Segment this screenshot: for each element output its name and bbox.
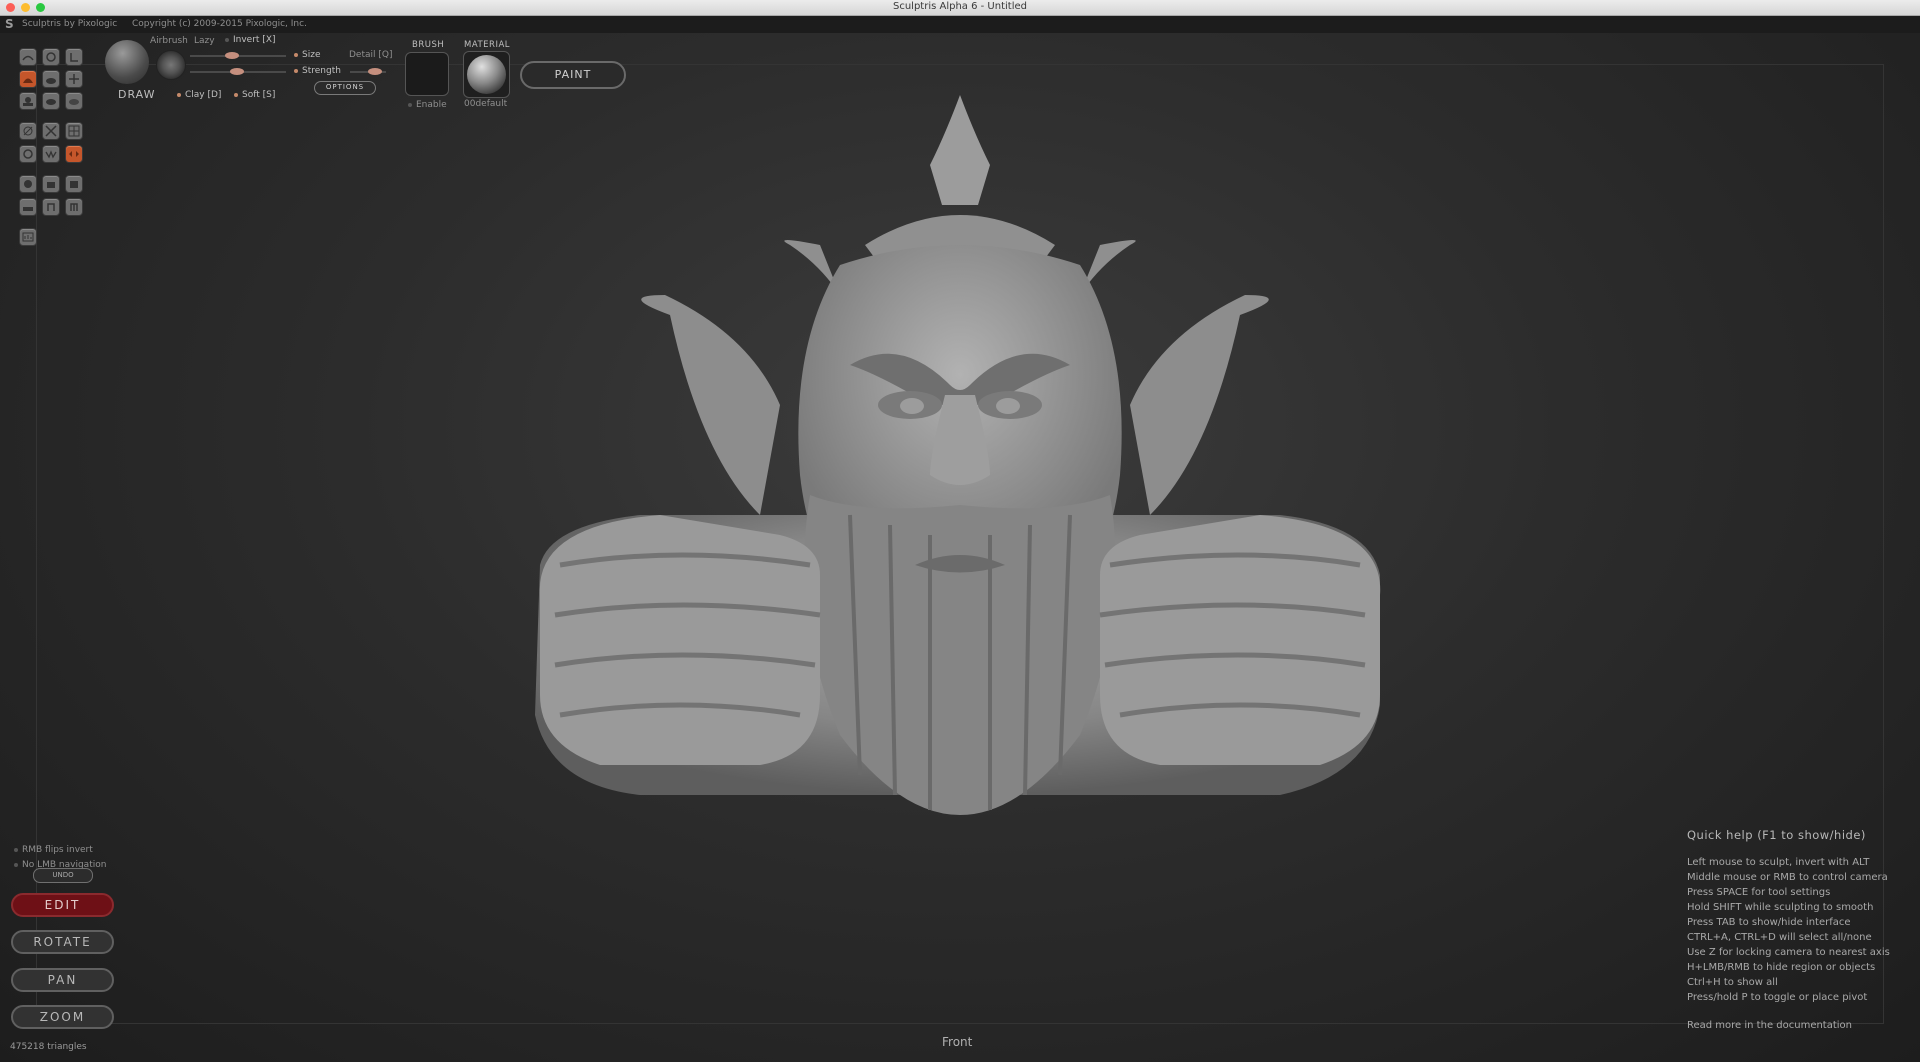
import-tool[interactable] — [42, 198, 60, 216]
soft-radio-icon — [234, 92, 238, 97]
clay-label: Clay [D] — [185, 90, 222, 100]
edit-button[interactable]: EDIT — [11, 893, 114, 917]
copyright: Copyright (c) 2009-2015 Pixologic, Inc. — [132, 19, 307, 29]
window-titlebar: Sculptris Alpha 6 - Untitled — [0, 0, 1920, 16]
scale-tool[interactable] — [65, 48, 83, 66]
lazy-toggle[interactable]: Lazy — [194, 36, 215, 46]
zoom-button[interactable]: ZOOM — [11, 1005, 114, 1029]
menubar: S Sculptris by Pixologic Copyright (c) 2… — [0, 16, 1920, 33]
pinch-tool[interactable] — [42, 92, 60, 110]
help-line: Middle mouse or RMB to control camera — [1687, 872, 1888, 883]
clay-option[interactable]: Clay [D] — [177, 90, 221, 100]
flatten-tool[interactable] — [42, 70, 60, 88]
detail-option[interactable]: Detail [Q] — [349, 50, 392, 60]
subdivide-tool[interactable] — [19, 198, 37, 216]
settings-tool[interactable] — [19, 228, 37, 246]
size-option[interactable]: Size — [294, 50, 320, 60]
brush-falloff-preview[interactable] — [156, 50, 186, 80]
size-label: Size — [302, 50, 321, 60]
brush-texture-label: BRUSH — [412, 40, 445, 50]
light-tool[interactable] — [19, 175, 37, 193]
strength-mini-knob[interactable] — [368, 68, 382, 75]
mask-tool[interactable] — [42, 122, 60, 140]
soft-label: Soft [S] — [242, 90, 276, 100]
wireframe-tool[interactable] — [65, 122, 83, 140]
help-line: Left mouse to sculpt, invert with ALT — [1687, 857, 1870, 868]
smooth-tool[interactable] — [65, 92, 83, 110]
options-button[interactable]: OPTIONS — [314, 81, 376, 95]
airbrush-toggle[interactable]: Airbrush — [150, 36, 188, 46]
reduce-tool[interactable] — [19, 122, 37, 140]
rotate-tool[interactable] — [42, 48, 60, 66]
enable-radio-icon — [408, 102, 412, 107]
material-preview[interactable] — [463, 51, 510, 98]
sculpted-head-model[interactable] — [520, 95, 1400, 825]
help-line: Press/hold P to toggle or place pivot — [1687, 992, 1868, 1003]
triangle-count: 475218 triangles — [10, 1042, 87, 1052]
rmb-tip-radio-icon — [14, 847, 18, 852]
help-line: Use Z for locking camera to nearest axis — [1687, 947, 1890, 958]
mirror-tool[interactable] — [42, 145, 60, 163]
lmb-tip-radio-icon — [14, 862, 18, 867]
pick-tool[interactable] — [19, 145, 37, 163]
invert-toggle[interactable]: Invert [X] — [225, 35, 276, 45]
strength-option[interactable]: Strength — [294, 66, 341, 76]
clay-radio-icon — [177, 92, 181, 97]
help-line: CTRL+A, CTRL+D will select all/none — [1687, 932, 1872, 943]
quick-help-panel: Quick help (F1 to show/hide) Left mouse … — [1687, 828, 1890, 1033]
size-radio-icon — [294, 52, 298, 57]
camera-tool[interactable] — [42, 175, 60, 193]
documentation-link[interactable]: Read more in the documentation — [1687, 1018, 1890, 1033]
soft-option[interactable]: Soft [S] — [234, 90, 275, 100]
sculptris-logo-icon: S — [5, 17, 14, 31]
app-name: Sculptris by Pixologic — [22, 19, 118, 29]
texture-enable-toggle[interactable]: Enable — [408, 100, 447, 110]
draw-tool[interactable] — [19, 70, 37, 88]
tool-name: DRAW — [118, 88, 156, 101]
paint-button[interactable]: PAINT — [520, 61, 626, 89]
brush-texture-swatch[interactable] — [405, 52, 449, 96]
pan-button[interactable]: PAN — [11, 968, 114, 992]
invert-label: Invert [X] — [233, 35, 276, 45]
grab-tool[interactable] — [65, 70, 83, 88]
enable-label: Enable — [416, 100, 447, 110]
help-line: H+LMB/RMB to hide region or objects — [1687, 962, 1876, 973]
undo-button[interactable]: UNDO — [33, 868, 93, 883]
strength-slider[interactable] — [190, 68, 286, 75]
rotate-button[interactable]: ROTATE — [11, 930, 114, 954]
strength-mini-slider[interactable] — [350, 68, 386, 75]
object-tool[interactable] — [65, 175, 83, 193]
rmb-tip-label: RMB flips invert — [22, 845, 93, 855]
help-line: Hold SHIFT while sculpting to smooth — [1687, 902, 1874, 913]
material-sphere-icon — [467, 55, 506, 94]
help-line: Ctrl+H to show all — [1687, 977, 1778, 988]
strength-slider-knob[interactable] — [230, 68, 244, 75]
strength-radio-icon — [294, 68, 298, 73]
symmetry-tool[interactable] — [65, 145, 83, 163]
size-slider[interactable] — [190, 52, 286, 59]
draw-brush-preview[interactable] — [105, 40, 149, 84]
size-slider-knob[interactable] — [225, 52, 239, 59]
export-tool[interactable] — [65, 198, 83, 216]
invert-radio-icon — [225, 37, 229, 42]
view-label: Front — [942, 1035, 973, 1049]
window-title: Sculptris Alpha 6 - Untitled — [892, 1, 1027, 12]
material-label: MATERIAL — [464, 40, 511, 50]
crease-tool[interactable] — [19, 48, 37, 66]
rmb-tip[interactable]: RMB flips invert — [14, 845, 93, 855]
help-line: Press TAB to show/hide interface — [1687, 917, 1851, 928]
quick-help-title: Quick help (F1 to show/hide) — [1687, 828, 1866, 842]
strength-label: Strength — [302, 66, 341, 76]
material-name: 00default — [464, 99, 508, 109]
inflate-tool[interactable] — [19, 92, 37, 110]
help-line: Press SPACE for tool settings — [1687, 887, 1831, 898]
